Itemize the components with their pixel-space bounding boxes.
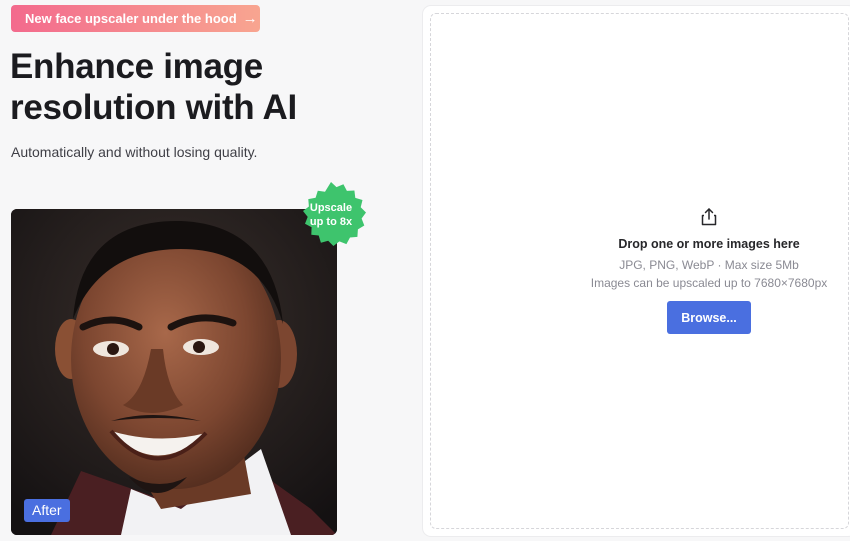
upload-share-icon <box>701 208 717 226</box>
face-upscaler-promo-link[interactable]: New face upscaler under the hood → <box>11 5 260 32</box>
seal-text: Upscale up to 8x <box>296 201 366 229</box>
page-title: Enhance image resolution with AI <box>10 46 410 128</box>
portrait-illustration <box>11 209 337 535</box>
title-line-2: resolution with AI <box>10 88 297 127</box>
seal-line-1: Upscale <box>309 202 353 214</box>
drop-title: Drop one or more images here <box>618 237 800 251</box>
page-subtitle: Automatically and without losing quality… <box>11 144 258 160</box>
upscale-badge: Upscale up to 8x <box>296 182 366 252</box>
after-label: After <box>24 499 70 522</box>
promo-text: New face upscaler under the hood <box>25 11 237 26</box>
arrow-right-icon: → <box>242 10 258 27</box>
page: New face upscaler under the hood → Enhan… <box>0 0 850 541</box>
seal-line-2: up to 8x <box>309 216 353 228</box>
title-line-1: Enhance image <box>10 47 263 86</box>
browse-button[interactable]: Browse... <box>667 301 751 334</box>
supported-formats: JPG, PNG, WebP · Max size 5Mb <box>619 258 799 272</box>
preview-image <box>11 209 337 535</box>
resolution-limit: Images can be upscaled up to 7680×7680px <box>590 276 828 290</box>
